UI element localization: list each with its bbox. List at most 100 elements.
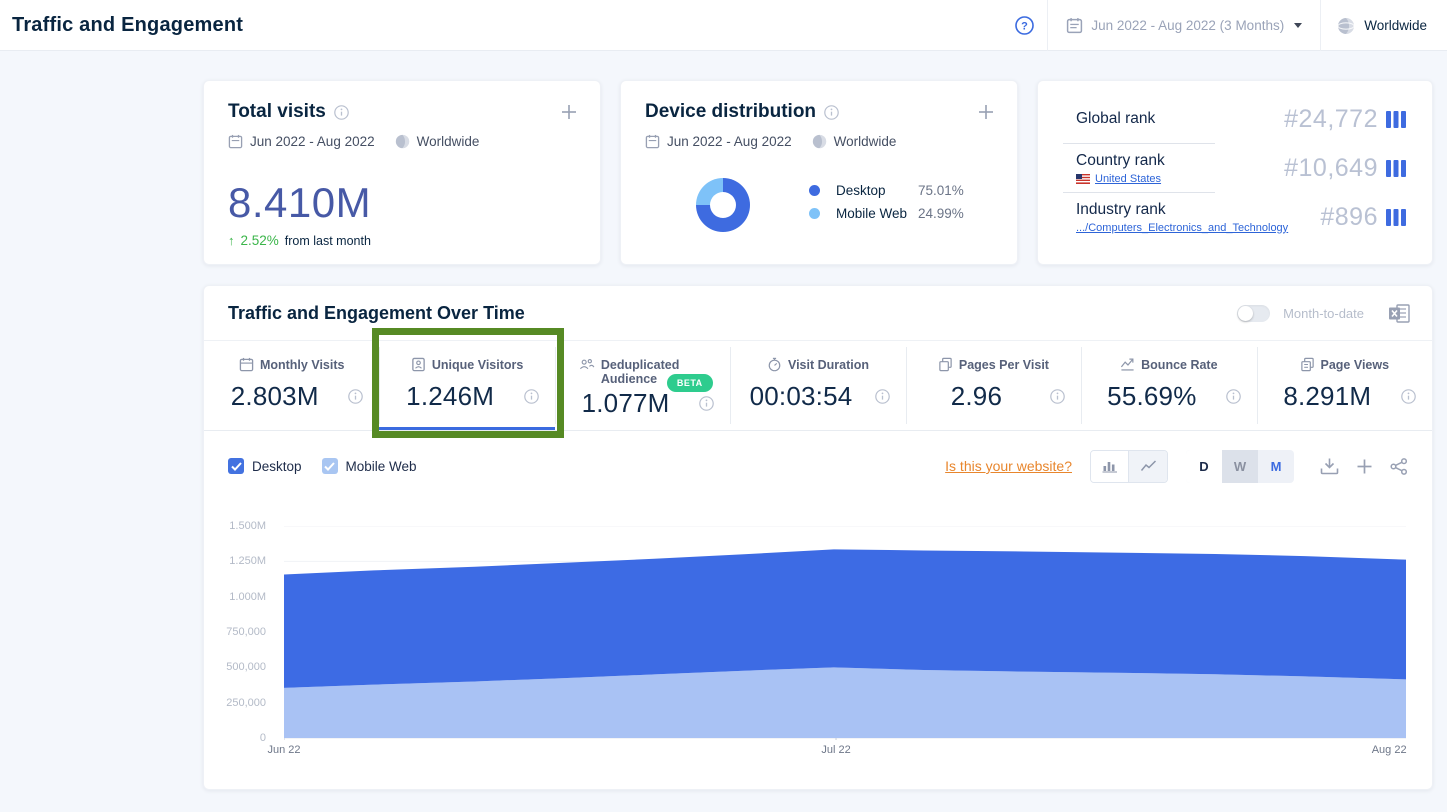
y-axis-tick-label: 750,000 bbox=[204, 626, 266, 638]
desktop-filter-checkbox[interactable]: Desktop bbox=[228, 458, 302, 474]
tab-unique-visitors[interactable]: Unique Visitors 1.246M bbox=[379, 341, 554, 430]
stopwatch-icon bbox=[767, 357, 782, 372]
audience-icon bbox=[579, 357, 595, 372]
help-button[interactable]: ? bbox=[1001, 16, 1047, 35]
region-picker[interactable]: Worldwide bbox=[1321, 0, 1447, 51]
change-note: from last month bbox=[285, 234, 371, 248]
top-bar: Traffic and Engagement ? Jun 2022 - Aug … bbox=[0, 0, 1447, 51]
total-visits-value: 8.410M bbox=[228, 179, 576, 227]
globe-icon bbox=[395, 134, 410, 149]
legend-label: Mobile Web bbox=[836, 206, 918, 221]
chevron-down-icon bbox=[1294, 23, 1302, 28]
plus-icon bbox=[560, 103, 578, 121]
info-icon[interactable] bbox=[1226, 389, 1241, 404]
info-icon[interactable] bbox=[824, 105, 839, 120]
y-axis-tick-label: 0 bbox=[204, 732, 266, 744]
tab-page-views[interactable]: Page Views 8.291M bbox=[1257, 341, 1432, 430]
tab-deduplicated-audience[interactable]: Deduplicated Audience BETA 1.077M bbox=[555, 341, 730, 430]
desktop-dot bbox=[809, 185, 820, 196]
x-axis-tick-label: Jun 22 bbox=[267, 744, 300, 756]
donut-hole bbox=[710, 192, 736, 218]
rank-bars-icon bbox=[1386, 111, 1406, 128]
granularity-week-button[interactable]: W bbox=[1222, 450, 1258, 483]
rank-bars-icon bbox=[1386, 160, 1406, 177]
tab-label: Page Views bbox=[1321, 358, 1390, 372]
mobile-web-filter-checkbox[interactable]: Mobile Web bbox=[322, 458, 417, 474]
country-rank-value: #10,649 bbox=[1284, 154, 1378, 183]
metric-tabs: Monthly Visits 2.803M bbox=[204, 341, 1432, 431]
month-to-date-toggle[interactable] bbox=[1237, 305, 1270, 322]
traffic-engagement-page: Traffic and Engagement ? Jun 2022 - Aug … bbox=[0, 0, 1447, 812]
traffic-over-time-chart: 1.500M1.250M1.000M750,000500,000250,0000… bbox=[204, 526, 1434, 776]
info-icon[interactable] bbox=[348, 389, 363, 404]
legend-label: Desktop bbox=[836, 183, 918, 198]
device-distribution-title: Device distribution bbox=[645, 101, 816, 123]
granularity-day-button[interactable]: D bbox=[1186, 450, 1222, 483]
tab-value: 55.69% bbox=[1081, 381, 1222, 412]
region-value: Worldwide bbox=[1364, 18, 1427, 33]
is-this-your-website-link[interactable]: Is this your website? bbox=[945, 458, 1072, 474]
y-axis-tick-label: 500,000 bbox=[204, 661, 266, 673]
export-excel-button[interactable] bbox=[1389, 304, 1410, 323]
card-region: Worldwide bbox=[417, 134, 480, 149]
us-flag-icon bbox=[1076, 174, 1090, 184]
tab-visit-duration[interactable]: Visit Duration 00:03:54 bbox=[730, 341, 905, 430]
info-icon[interactable] bbox=[699, 396, 714, 411]
over-time-card: Traffic and Engagement Over Time Month-t… bbox=[203, 285, 1433, 790]
calendar-icon bbox=[645, 134, 660, 149]
change-percent: 2.52% bbox=[241, 233, 279, 248]
unique-visitor-icon bbox=[411, 357, 426, 372]
share-button[interactable] bbox=[1390, 458, 1408, 475]
tab-bounce-rate[interactable]: Bounce Rate 55.69% bbox=[1081, 341, 1256, 430]
tab-value: 1.246M bbox=[379, 381, 520, 412]
share-icon bbox=[1390, 458, 1408, 475]
country-rank-label: Country rank bbox=[1076, 152, 1165, 170]
excel-icon bbox=[1389, 304, 1410, 323]
granularity-switcher: D W M bbox=[1186, 450, 1294, 483]
rank-bars-icon bbox=[1386, 209, 1406, 226]
info-icon[interactable] bbox=[875, 389, 890, 404]
y-axis-tick-label: 250,000 bbox=[204, 697, 266, 709]
country-link[interactable]: United States bbox=[1095, 173, 1161, 185]
industry-rank-row: Industry rank .../Computers_Electronics_… bbox=[1038, 193, 1432, 241]
legend-item-mobile-web: Mobile Web 24.99% bbox=[809, 205, 964, 221]
legend-value: 24.99% bbox=[918, 206, 964, 221]
tab-label: Bounce Rate bbox=[1141, 358, 1217, 372]
info-icon[interactable] bbox=[1050, 389, 1065, 404]
question-mark-icon: ? bbox=[1015, 16, 1034, 35]
over-time-header: Traffic and Engagement Over Time Month-t… bbox=[204, 286, 1432, 341]
bar-chart-button[interactable] bbox=[1091, 451, 1129, 482]
add-to-dashboard-button[interactable] bbox=[560, 103, 578, 121]
info-icon[interactable] bbox=[1401, 389, 1416, 404]
add-to-dashboard-button[interactable] bbox=[1356, 458, 1373, 475]
svg-text:?: ? bbox=[1021, 20, 1028, 32]
add-to-dashboard-button[interactable] bbox=[977, 103, 995, 121]
tab-value: 2.96 bbox=[906, 381, 1047, 412]
industry-link[interactable]: .../Computers_Electronics_and_Technology bbox=[1076, 222, 1288, 234]
line-chart-button[interactable] bbox=[1129, 451, 1167, 482]
download-button[interactable] bbox=[1320, 457, 1339, 475]
card-date-range: Jun 2022 - Aug 2022 bbox=[667, 134, 792, 149]
pages-icon bbox=[938, 357, 953, 372]
industry-rank-label: Industry rank bbox=[1076, 201, 1288, 219]
tab-value: 1.077M bbox=[555, 388, 696, 419]
mobile-web-dot bbox=[809, 208, 820, 219]
tab-value: 2.803M bbox=[204, 381, 345, 412]
legend-value: 75.01% bbox=[918, 183, 964, 198]
desktop-area[interactable] bbox=[284, 549, 1406, 688]
card-region: Worldwide bbox=[834, 134, 897, 149]
granularity-month-button[interactable]: M bbox=[1258, 450, 1294, 483]
y-axis-tick-label: 1.500M bbox=[204, 520, 266, 532]
y-axis-tick-label: 1.250M bbox=[204, 555, 266, 567]
tab-pages-per-visit[interactable]: Pages Per Visit 2.96 bbox=[906, 341, 1081, 430]
stacked-area-chart[interactable] bbox=[284, 526, 1406, 740]
bar-chart-icon bbox=[1102, 459, 1118, 473]
y-axis-tick-label: 1.000M bbox=[204, 591, 266, 603]
pageviews-icon bbox=[1300, 357, 1315, 372]
tab-monthly-visits[interactable]: Monthly Visits 2.803M bbox=[204, 341, 379, 430]
page-title: Traffic and Engagement bbox=[12, 14, 243, 37]
date-range-picker[interactable]: Jun 2022 - Aug 2022 (3 Months) bbox=[1048, 0, 1320, 51]
info-icon[interactable] bbox=[334, 105, 349, 120]
chart-controls: Desktop Mobile Web Is this your website? bbox=[204, 431, 1432, 501]
info-icon[interactable] bbox=[524, 389, 539, 404]
